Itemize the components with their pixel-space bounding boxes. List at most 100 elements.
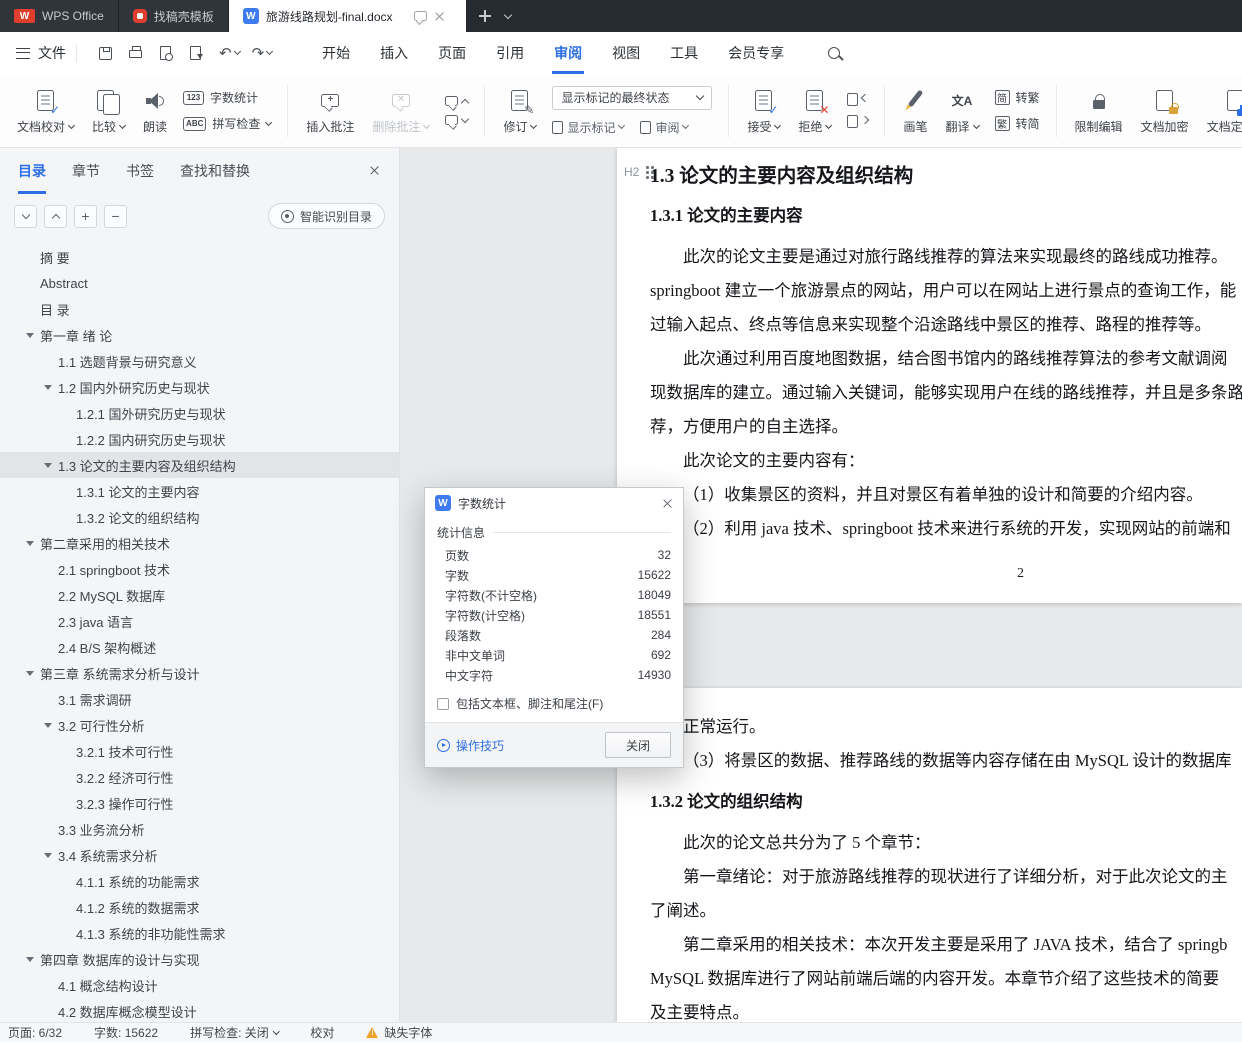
sidebar-tab-章节[interactable]: 章节 bbox=[72, 148, 100, 194]
expand-arrow-icon[interactable] bbox=[44, 852, 52, 858]
page-1-text[interactable]: 1.3 论文的主要内容及组织结构 1.3.1 论文的主要内容 此次的论文主要是通过对… bbox=[617, 148, 1242, 546]
finalize-document-button[interactable]: 文档定稿 bbox=[1198, 79, 1242, 143]
document-page-2[interactable]: 正常运行。 （3）将景区的数据、推荐路线的数据等内容存储在由 MySQL 设计的数… bbox=[617, 688, 1242, 1022]
tab-document[interactable]: W 旅游线路规划-final.docx bbox=[228, 0, 467, 32]
heading-drag-handle[interactable]: H2 bbox=[624, 165, 654, 179]
menu-item-开始[interactable]: 开始 bbox=[322, 32, 350, 74]
tab-list-chevron-icon[interactable] bbox=[503, 10, 513, 19]
file-menu-button[interactable]: 文件 bbox=[16, 43, 66, 63]
toc-item[interactable]: 1.3.1 论文的主要内容 bbox=[0, 478, 399, 504]
encrypt-document-button[interactable]: 文档加密 bbox=[1132, 79, 1198, 143]
track-changes-button[interactable]: ✎ 修订 bbox=[494, 79, 545, 143]
missing-font-warning[interactable]: ! 缺失字体 bbox=[366, 1024, 432, 1041]
collapse-all-button[interactable] bbox=[14, 204, 37, 228]
doc-status-icon[interactable] bbox=[413, 11, 427, 21]
toc-item[interactable]: 3.3 业务流分析 bbox=[0, 816, 399, 842]
expand-arrow-icon[interactable] bbox=[44, 722, 52, 728]
translate-button[interactable]: 文A 翻译 bbox=[937, 79, 988, 143]
toc-item[interactable]: 4.1.2 系统的数据需求 bbox=[0, 894, 399, 920]
toc-item[interactable]: 2.3 java 语言 bbox=[0, 608, 399, 634]
toc-item[interactable]: 3.4 系统需求分析 bbox=[0, 842, 399, 868]
tab-template[interactable]: 找稿壳模板 bbox=[118, 0, 229, 32]
toc-item[interactable]: 4.1.1 系统的功能需求 bbox=[0, 868, 399, 894]
toc-item[interactable]: 目 录 bbox=[0, 296, 399, 322]
search-icon[interactable] bbox=[828, 47, 841, 59]
word-count-indicator[interactable]: 字数: 15622 bbox=[94, 1024, 158, 1041]
toc-item[interactable]: 2.1 springboot 技术 bbox=[0, 556, 399, 582]
toc-item[interactable]: 3.1 需求调研 bbox=[0, 686, 399, 712]
toc-item[interactable]: 1.1 选题背景与研究意义 bbox=[0, 348, 399, 374]
menu-item-插入[interactable]: 插入 bbox=[380, 32, 408, 74]
undo-button[interactable]: ↶ bbox=[219, 44, 241, 62]
toc-item[interactable]: 1.2 国内外研究历史与现状 bbox=[0, 374, 399, 400]
close-tab-icon[interactable] bbox=[434, 11, 445, 22]
toc-item[interactable]: 4.1 概念结构设计 bbox=[0, 972, 399, 998]
expand-arrow-icon[interactable] bbox=[26, 540, 34, 546]
review-pane-button[interactable]: 审阅 bbox=[640, 119, 690, 136]
toc-item[interactable]: 第四章 数据库的设计与实现 bbox=[0, 946, 399, 972]
toc-item[interactable]: 摘 要 bbox=[0, 244, 399, 270]
toc-item[interactable]: 2.4 B/S 架构概述 bbox=[0, 634, 399, 660]
dialog-close-icon[interactable] bbox=[662, 498, 673, 509]
toc-item[interactable]: 3.2.3 操作可行性 bbox=[0, 790, 399, 816]
toc-item[interactable]: 2.2 MySQL 数据库 bbox=[0, 582, 399, 608]
expand-arrow-icon[interactable] bbox=[26, 956, 34, 962]
redo-chevron-icon[interactable] bbox=[266, 47, 274, 56]
export-button[interactable] bbox=[183, 40, 207, 66]
expand-all-button[interactable] bbox=[44, 204, 67, 228]
markup-state-dropdown[interactable]: 显示标记的最终状态 bbox=[552, 85, 713, 110]
dialog-titlebar[interactable]: W 字数统计 bbox=[425, 488, 683, 518]
toc-item[interactable]: Abstract bbox=[0, 270, 399, 296]
expand-arrow-icon[interactable] bbox=[26, 332, 34, 338]
next-comment-button[interactable] bbox=[445, 114, 470, 125]
include-footnotes-checkbox[interactable]: 包括文本框、脚注和尾注(F) bbox=[437, 695, 671, 712]
insert-comment-button[interactable]: + 插入批注 bbox=[297, 79, 363, 143]
doc-proofing-button[interactable]: ✓ 文档校对 bbox=[8, 79, 83, 143]
pen-button[interactable]: 画笔 bbox=[894, 79, 936, 143]
zoom-in-button[interactable]: + bbox=[74, 204, 97, 228]
to-simplified-button[interactable]: 繁 转简 bbox=[994, 115, 1040, 132]
toc-item[interactable]: 3.2.2 经济可行性 bbox=[0, 764, 399, 790]
undo-chevron-icon[interactable] bbox=[233, 47, 241, 56]
spell-check-button[interactable]: ABC 拼写检查 bbox=[183, 115, 273, 132]
expand-arrow-icon[interactable] bbox=[44, 384, 52, 390]
proofing-button[interactable]: 校对 bbox=[310, 1024, 334, 1041]
toc-item[interactable]: 第二章采用的相关技术 bbox=[0, 530, 399, 556]
to-traditional-button[interactable]: 简 转繁 bbox=[994, 89, 1040, 106]
sidebar-tab-目录[interactable]: 目录 bbox=[18, 148, 46, 194]
previous-comment-button[interactable] bbox=[445, 96, 470, 107]
page-indicator[interactable]: 页面: 6/32 bbox=[8, 1024, 62, 1041]
word-count-button[interactable]: 123 字数统计 bbox=[183, 89, 271, 106]
read-aloud-button[interactable]: 朗读 bbox=[134, 79, 176, 143]
restrict-editing-button[interactable]: 限制编辑 bbox=[1066, 79, 1132, 143]
tab-wps-office[interactable]: W WPS Office bbox=[0, 0, 119, 32]
toc-item[interactable]: 1.3.2 论文的组织结构 bbox=[0, 504, 399, 530]
toc-item[interactable]: 3.2.1 技术可行性 bbox=[0, 738, 399, 764]
sidebar-tab-查找和替换[interactable]: 查找和替换 bbox=[180, 148, 250, 194]
toc-item[interactable]: 1.2.1 国外研究历史与现状 bbox=[0, 400, 399, 426]
toc-item[interactable]: 第三章 系统需求分析与设计 bbox=[0, 660, 399, 686]
toc-item[interactable]: 4.2 数据库概念模型设计 bbox=[0, 998, 399, 1022]
save-button[interactable] bbox=[93, 40, 117, 66]
show-markup-button[interactable]: 显示标记 bbox=[552, 119, 626, 136]
document-page-1[interactable]: H2 1.3 论文的主要内容及组织结构 1.3.1 论文的主要内容 此次的论文主要是… bbox=[617, 148, 1242, 603]
reject-change-button[interactable]: ✕ 拒绝 bbox=[789, 79, 840, 143]
toc-item[interactable]: 第一章 绪 论 bbox=[0, 322, 399, 348]
previous-change-button[interactable] bbox=[847, 93, 870, 106]
menu-item-工具[interactable]: 工具 bbox=[670, 32, 698, 74]
drag-dots-icon[interactable] bbox=[646, 165, 654, 179]
close-button[interactable]: 关闭 bbox=[605, 732, 671, 758]
expand-arrow-icon[interactable] bbox=[44, 462, 52, 468]
menu-item-页面[interactable]: 页面 bbox=[438, 32, 466, 74]
smart-toc-button[interactable]: 智能识别目录 bbox=[267, 203, 385, 229]
compare-button[interactable]: 比较 bbox=[83, 79, 134, 143]
print-preview-button[interactable] bbox=[153, 40, 177, 66]
toc-item[interactable]: 4.1.3 系统的非功能性需求 bbox=[0, 920, 399, 946]
print-button[interactable] bbox=[123, 40, 147, 66]
menu-item-视图[interactable]: 视图 bbox=[612, 32, 640, 74]
menu-item-审阅[interactable]: 审阅 bbox=[552, 32, 585, 74]
tips-link[interactable]: 操作技巧 bbox=[437, 737, 504, 754]
sidebar-tab-书签[interactable]: 书签 bbox=[126, 148, 154, 194]
accept-change-button[interactable]: ✓ 接受 bbox=[738, 79, 789, 143]
redo-button[interactable]: ↷ bbox=[252, 44, 274, 62]
